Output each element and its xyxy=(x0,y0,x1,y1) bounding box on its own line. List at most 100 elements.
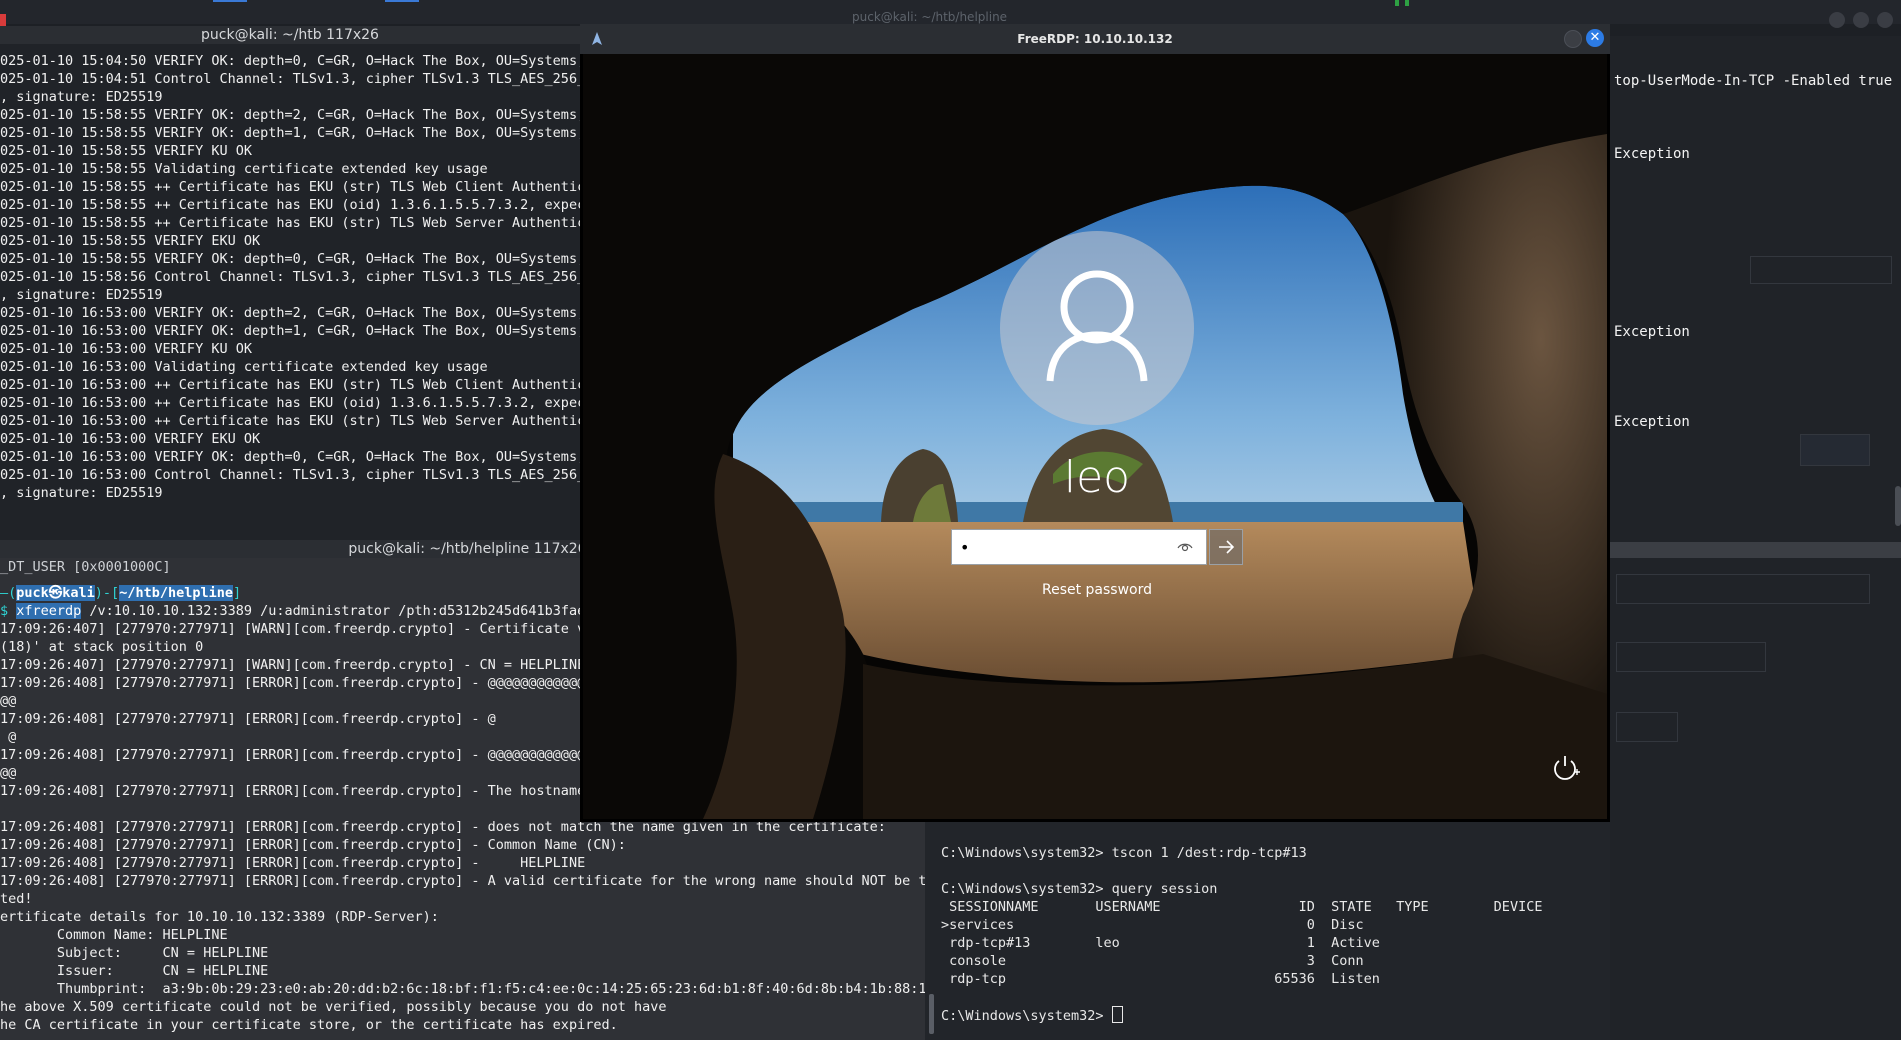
ghost-button xyxy=(1750,256,1892,284)
desktop-top-bar: puck@kali: ~/htb/helpline xyxy=(0,0,1901,28)
workspace-indicator-1[interactable] xyxy=(213,0,247,2)
password-box[interactable]: • xyxy=(951,529,1243,567)
status-indicator xyxy=(1405,0,1409,6)
terminal-title: puck@kali: ~/htb 117x26 xyxy=(0,26,580,44)
window-control[interactable] xyxy=(1829,12,1845,28)
arrow-right-icon xyxy=(1219,540,1235,554)
terminal-line: , signature: ED25519 xyxy=(0,287,163,303)
prompt-separator: )-[ xyxy=(94,585,120,601)
user-icon xyxy=(1046,270,1148,382)
terminal-line: 025-01-10 15:58:55 VERIFY OK: depth=1, C… xyxy=(0,125,580,141)
ghost-select xyxy=(1616,574,1870,604)
rdp-titlebar[interactable]: FreeRDP: 10.10.10.132 ✕ xyxy=(580,24,1610,54)
cmd-output[interactable]: C:\Windows\system32> tscon 1 /dest:rdp-t… xyxy=(941,844,1542,1024)
terminal-line: 025-01-10 16:53:00 Validating certificat… xyxy=(0,359,488,375)
terminal-line: 025-01-10 16:53:00 ++ Certificate has EK… xyxy=(0,377,580,393)
exception-text: Exception xyxy=(1614,146,1690,162)
exception-text: Exception xyxy=(1614,414,1690,430)
lock-screen-username: leo xyxy=(1063,452,1131,503)
terminal-line: 025-01-10 15:58:55 ++ Certificate has EK… xyxy=(0,197,580,213)
terminal-line: 025-01-10 16:53:00 ++ Certificate has EK… xyxy=(0,413,580,429)
terminal-line: 025-01-10 16:53:00 VERIFY OK: depth=1, C… xyxy=(0,323,580,339)
cave-wallpaper xyxy=(583,54,1607,819)
cmd-prompt-line[interactable]: C:\Windows\system32> xyxy=(941,1006,1542,1024)
terminal-line: Common Name: HELPLINE xyxy=(0,927,228,943)
session-row: console 3 Conn xyxy=(941,953,1364,969)
cmd-line xyxy=(941,988,1542,1006)
terminal-line: 025-01-10 15:04:50 VERIFY OK: depth=0, C… xyxy=(0,53,580,69)
windows-lock-screen[interactable]: leo • Reset password xyxy=(583,54,1607,819)
desktop-indicator xyxy=(0,14,6,26)
terminal-line: 025-01-10 16:53:00 Control Channel: TLSv… xyxy=(0,467,580,483)
user-avatar xyxy=(1000,231,1194,425)
eye-icon[interactable] xyxy=(1177,539,1193,558)
terminal-line: 025-01-10 15:58:55 VERIFY OK: depth=0, C… xyxy=(0,251,580,267)
terminal-line: 025-01-10 15:58:55 VERIFY KU OK xyxy=(0,143,252,159)
terminal-line: 025-01-10 15:58:55 Validating certificat… xyxy=(0,161,488,177)
terminal-line: ted! xyxy=(0,891,33,907)
prompt-user: puck㉿kali xyxy=(16,585,95,601)
terminal-line: ertificate details for 10.10.10.132:3389… xyxy=(0,909,439,925)
terminal-line: 025-01-10 16:53:00 VERIFY OK: depth=2, C… xyxy=(0,305,580,321)
window-divider xyxy=(1610,542,1901,558)
terminal-line: 17:09:26:408] [277970:277971] [ERROR][co… xyxy=(0,855,586,871)
reset-password-link[interactable]: Reset password xyxy=(963,582,1231,598)
ghost-button xyxy=(1800,434,1870,466)
session-row: rdp-tcp#13 leo 1 Active xyxy=(941,935,1380,951)
terminal-output[interactable]: 025-01-10 15:04:50 VERIFY OK: depth=0, C… xyxy=(0,44,580,540)
prompt-open: —( xyxy=(0,585,17,601)
ghost-input xyxy=(1616,712,1678,742)
terminal-line: 025-01-10 16:53:00 ++ Certificate has EK… xyxy=(0,395,580,411)
terminal-line: 025-01-10 15:58:56 Control Channel: TLSv… xyxy=(0,269,580,285)
status-indicator xyxy=(1395,0,1399,6)
command-args: /v:10.10.10.132:3389 /u:administrator /p… xyxy=(81,603,586,619)
cursor xyxy=(1111,1006,1123,1023)
cmd-line: C:\Windows\system32> tscon 1 /dest:rdp-t… xyxy=(941,845,1307,861)
terminal-line: 025-01-10 16:53:00 VERIFY EKU OK xyxy=(0,431,261,447)
terminal-line: , signature: ED25519 xyxy=(0,89,163,105)
terminal-line: 17:09:26:408] [277970:277971] [ERROR][co… xyxy=(0,873,935,889)
windows-cmd-terminal[interactable]: C:\Windows\system32> tscon 1 /dest:rdp-t… xyxy=(925,810,1610,1040)
prompt-symbol: $ xyxy=(0,603,17,619)
terminal-line: Issuer: CN = HELPLINE xyxy=(0,963,269,979)
desktop-window-title: puck@kali: ~/htb/helpline xyxy=(852,10,1008,24)
prompt-directory: ~/htb/helpline xyxy=(119,585,233,601)
power-accessibility-icon[interactable] xyxy=(1550,752,1582,786)
prompt-close: ] xyxy=(232,585,242,601)
session-row: rdp-tcp 65536 Listen xyxy=(941,971,1380,987)
cmd-prompt: C:\Windows\system32> xyxy=(941,1008,1112,1024)
ghost-select xyxy=(1616,642,1766,672)
command-name: xfreerdp xyxy=(16,603,82,619)
terminal-line: 025-01-10 16:53:00 VERIFY OK: depth=0, C… xyxy=(0,449,580,465)
rdp-window-title: FreeRDP: 10.10.10.132 xyxy=(1017,32,1173,46)
terminal-line: Thumbprint: a3:9b:0b:29:23:e0:ab:20:dd:b… xyxy=(0,981,935,997)
terminal-line: 025-01-10 15:58:55 ++ Certificate has EK… xyxy=(0,179,580,195)
submit-button[interactable] xyxy=(1209,529,1243,565)
close-icon: ✕ xyxy=(1589,30,1601,45)
freerdp-window[interactable]: FreeRDP: 10.10.10.132 ✕ leo • Reset pass… xyxy=(580,24,1610,822)
cmd-line: C:\Windows\system32> query session xyxy=(941,881,1218,897)
password-input[interactable]: • xyxy=(951,529,1207,565)
scrollbar[interactable] xyxy=(929,994,934,1034)
terminal-line: he above X.509 certificate could not be … xyxy=(0,999,667,1015)
terminal-line: 17:09:26:408] [277970:277971] [ERROR][co… xyxy=(0,837,626,853)
terminal-line: 025-01-10 15:58:55 ++ Certificate has EK… xyxy=(0,215,580,231)
terminal-line: 025-01-10 15:58:55 VERIFY EKU OK xyxy=(0,233,261,249)
exception-text: Exception xyxy=(1614,324,1690,340)
terminal-line: 025-01-10 16:53:00 VERIFY KU OK xyxy=(0,341,252,357)
close-button[interactable]: ✕ xyxy=(1586,29,1604,47)
minimize-button[interactable] xyxy=(1564,30,1582,48)
terminal-line: Subject: CN = HELPLINE xyxy=(0,945,269,961)
session-row: >services 0 Disc xyxy=(941,917,1364,933)
scrollbar[interactable] xyxy=(1895,486,1901,526)
terminal-line: 025-01-10 15:58:55 VERIFY OK: depth=2, C… xyxy=(0,107,580,123)
powershell-output-line: top-UserMode-In-TCP -Enabled true xyxy=(1614,73,1893,89)
terminal-window-vpn-log[interactable]: puck@kali: ~/htb 117x26 025-01-10 15:04:… xyxy=(0,26,580,540)
terminal-line: 025-01-10 15:04:51 Control Channel: TLSv… xyxy=(0,71,580,87)
terminal-line: he CA certificate in your certificate st… xyxy=(0,1017,618,1033)
window-control[interactable] xyxy=(1877,12,1893,28)
workspace-indicator-2[interactable] xyxy=(385,0,419,2)
terminal-line: , signature: ED25519 xyxy=(0,485,163,501)
background-editor-panel[interactable]: top-UserMode-In-TCP -Enabled true Except… xyxy=(1610,36,1901,1040)
window-control[interactable] xyxy=(1853,12,1869,28)
